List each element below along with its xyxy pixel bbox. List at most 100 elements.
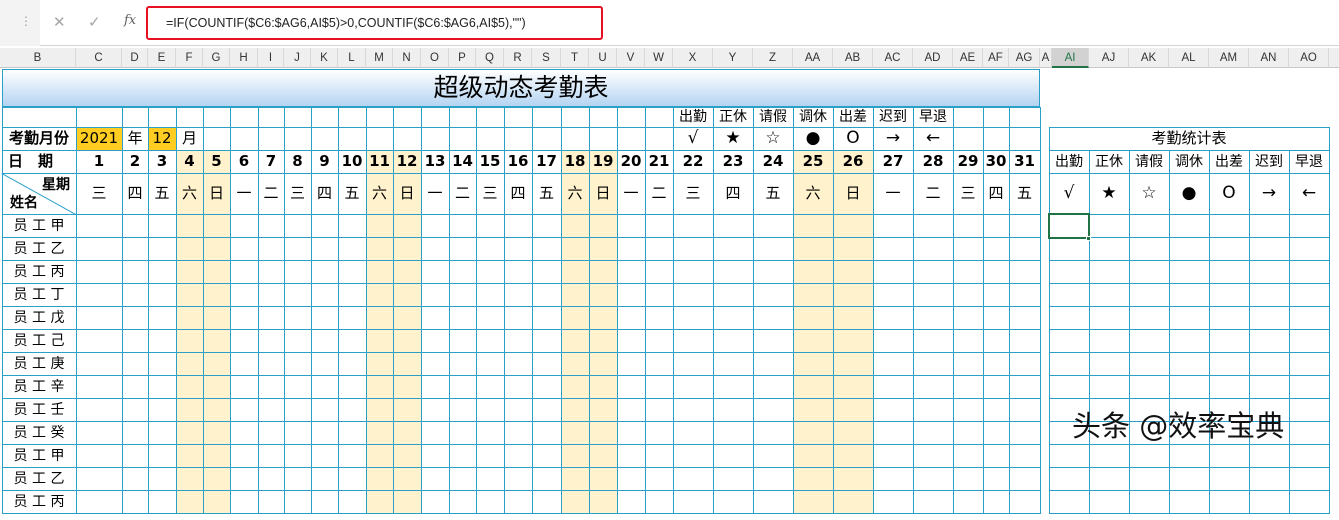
- fill-handle[interactable]: [1086, 236, 1091, 241]
- column-header-bar: B C D E F G H I J K L M N O P Q R S T U V W X Y Z AA AB AC AD AE AF AG A…: [0, 48, 1339, 68]
- column-header-ai[interactable]: AI: [1052, 48, 1089, 68]
- column-header-e[interactable]: E: [148, 48, 176, 68]
- legend-name-5: 出差: [839, 109, 867, 125]
- column-header-r[interactable]: R: [504, 48, 532, 68]
- day-cell: 19: [592, 152, 614, 170]
- more-icon[interactable]: ⋮: [20, 14, 32, 28]
- employee-name[interactable]: 员 工 辛: [2, 375, 76, 398]
- name-header-label: 姓名: [10, 194, 38, 211]
- column-header-m[interactable]: M: [366, 48, 393, 68]
- legend-symbol-5: O: [846, 128, 860, 148]
- column-header-ae[interactable]: AE: [953, 48, 983, 68]
- employee-name[interactable]: 员 工 甲: [2, 444, 76, 467]
- column-header-y[interactable]: Y: [713, 48, 753, 68]
- month-cell[interactable]: 12: [148, 127, 176, 150]
- column-header-q[interactable]: Q: [476, 48, 504, 68]
- day-cell: 1: [93, 152, 105, 170]
- column-header-o[interactable]: O: [421, 48, 449, 68]
- stats-header: 请假: [1135, 153, 1163, 170]
- column-header-aa[interactable]: AA: [793, 48, 833, 68]
- column-header-ac[interactable]: AC: [873, 48, 913, 68]
- column-header-w[interactable]: W: [645, 48, 673, 68]
- enter-icon[interactable]: ✓: [88, 12, 101, 32]
- column-header-a[interactable]: A: [1040, 48, 1052, 68]
- employee-name[interactable]: 员 工 丙: [2, 490, 76, 513]
- gridline: [2, 421, 1041, 422]
- employee-name[interactable]: 员 工 乙: [2, 237, 76, 260]
- employee-name[interactable]: 员 工 己: [2, 329, 76, 352]
- stats-symbol: ☆: [1141, 183, 1157, 203]
- column-header-d[interactable]: D: [122, 48, 148, 68]
- legend-symbol-7: ←: [925, 128, 941, 148]
- column-header-f[interactable]: F: [176, 48, 203, 68]
- column-header-an[interactable]: AN: [1249, 48, 1289, 68]
- stats-symbol: O: [1222, 183, 1236, 203]
- column-header-ad[interactable]: AD: [913, 48, 953, 68]
- cancel-icon[interactable]: ✕: [53, 12, 66, 32]
- formula-text[interactable]: =IF(COUNTIF($C6:$AG6,AI$5)>0,COUNTIF($C6…: [166, 16, 526, 30]
- gridline: [1049, 173, 1330, 174]
- column-header-k[interactable]: K: [311, 48, 338, 68]
- day-cell: 17: [536, 152, 557, 170]
- insert-function-icon[interactable]: fx: [124, 13, 136, 28]
- gridline: [2, 306, 1041, 307]
- gridline: [393, 107, 394, 514]
- stats-title: 考勤统计表: [1151, 129, 1227, 147]
- stats-symbol: →: [1261, 183, 1277, 203]
- gridline: [2, 398, 1041, 399]
- day-cell: 21: [648, 152, 670, 170]
- stats-symbol: ●: [1181, 183, 1197, 203]
- column-header-al[interactable]: AL: [1169, 48, 1209, 68]
- column-header-b[interactable]: B: [0, 48, 76, 68]
- employee-name[interactable]: 员 工 庚: [2, 352, 76, 375]
- legend-name-7: 早退: [919, 109, 947, 125]
- column-header-p[interactable]: P: [449, 48, 476, 68]
- gridline: [532, 107, 533, 514]
- column-header-af[interactable]: AF: [983, 48, 1009, 68]
- column-header-aj[interactable]: AJ: [1089, 48, 1129, 68]
- gridline: [449, 107, 450, 514]
- gridline: [366, 107, 367, 514]
- gridline: [1329, 127, 1330, 514]
- column-header-u[interactable]: U: [589, 48, 617, 68]
- employee-name[interactable]: 员 工 丙: [2, 260, 76, 283]
- employee-name[interactable]: 员 工 壬: [2, 398, 76, 421]
- column-header-s[interactable]: S: [532, 48, 561, 68]
- stats-header: 调休: [1175, 153, 1203, 170]
- year-cell[interactable]: 2021: [76, 127, 122, 150]
- column-header-ab[interactable]: AB: [833, 48, 873, 68]
- employee-name[interactable]: 员 工 乙: [2, 467, 76, 490]
- column-header-c[interactable]: C: [76, 48, 122, 68]
- employee-name[interactable]: 员 工 戊: [2, 306, 76, 329]
- day-cell: 15: [479, 152, 501, 170]
- gridline: [833, 107, 834, 514]
- column-header-j[interactable]: J: [284, 48, 311, 68]
- gridline: [913, 107, 914, 514]
- gridline: [1049, 375, 1330, 376]
- column-header-ao[interactable]: AO: [1289, 48, 1329, 68]
- column-header-z[interactable]: Z: [753, 48, 793, 68]
- column-header-t[interactable]: T: [561, 48, 589, 68]
- column-header-l[interactable]: L: [338, 48, 366, 68]
- column-header-h[interactable]: H: [230, 48, 258, 68]
- employee-name[interactable]: 员 工 癸: [2, 421, 76, 444]
- employee-name[interactable]: 员 工 丁: [2, 283, 76, 306]
- gridline: [148, 107, 149, 514]
- column-header-i[interactable]: I: [258, 48, 284, 68]
- column-header-am[interactable]: AM: [1209, 48, 1249, 68]
- gridline: [2, 173, 1041, 174]
- selected-cell-ai6[interactable]: [1048, 213, 1090, 239]
- day-cell: 8: [292, 152, 303, 170]
- column-header-n[interactable]: N: [393, 48, 421, 68]
- gridline: [2, 237, 1041, 238]
- day-cell: 16: [507, 152, 529, 170]
- column-header-ag[interactable]: AG: [1009, 48, 1040, 68]
- employee-name[interactable]: 员 工 甲: [2, 214, 76, 237]
- formula-input[interactable]: =IF(COUNTIF($C6:$AG6,AI$5)>0,COUNTIF($C6…: [146, 6, 603, 40]
- column-header-x[interactable]: X: [673, 48, 713, 68]
- column-header-v[interactable]: V: [617, 48, 645, 68]
- column-header-ak[interactable]: AK: [1129, 48, 1169, 68]
- column-header-g[interactable]: G: [203, 48, 230, 68]
- weekday-cell: 日: [845, 184, 861, 202]
- gridline: [1049, 329, 1330, 330]
